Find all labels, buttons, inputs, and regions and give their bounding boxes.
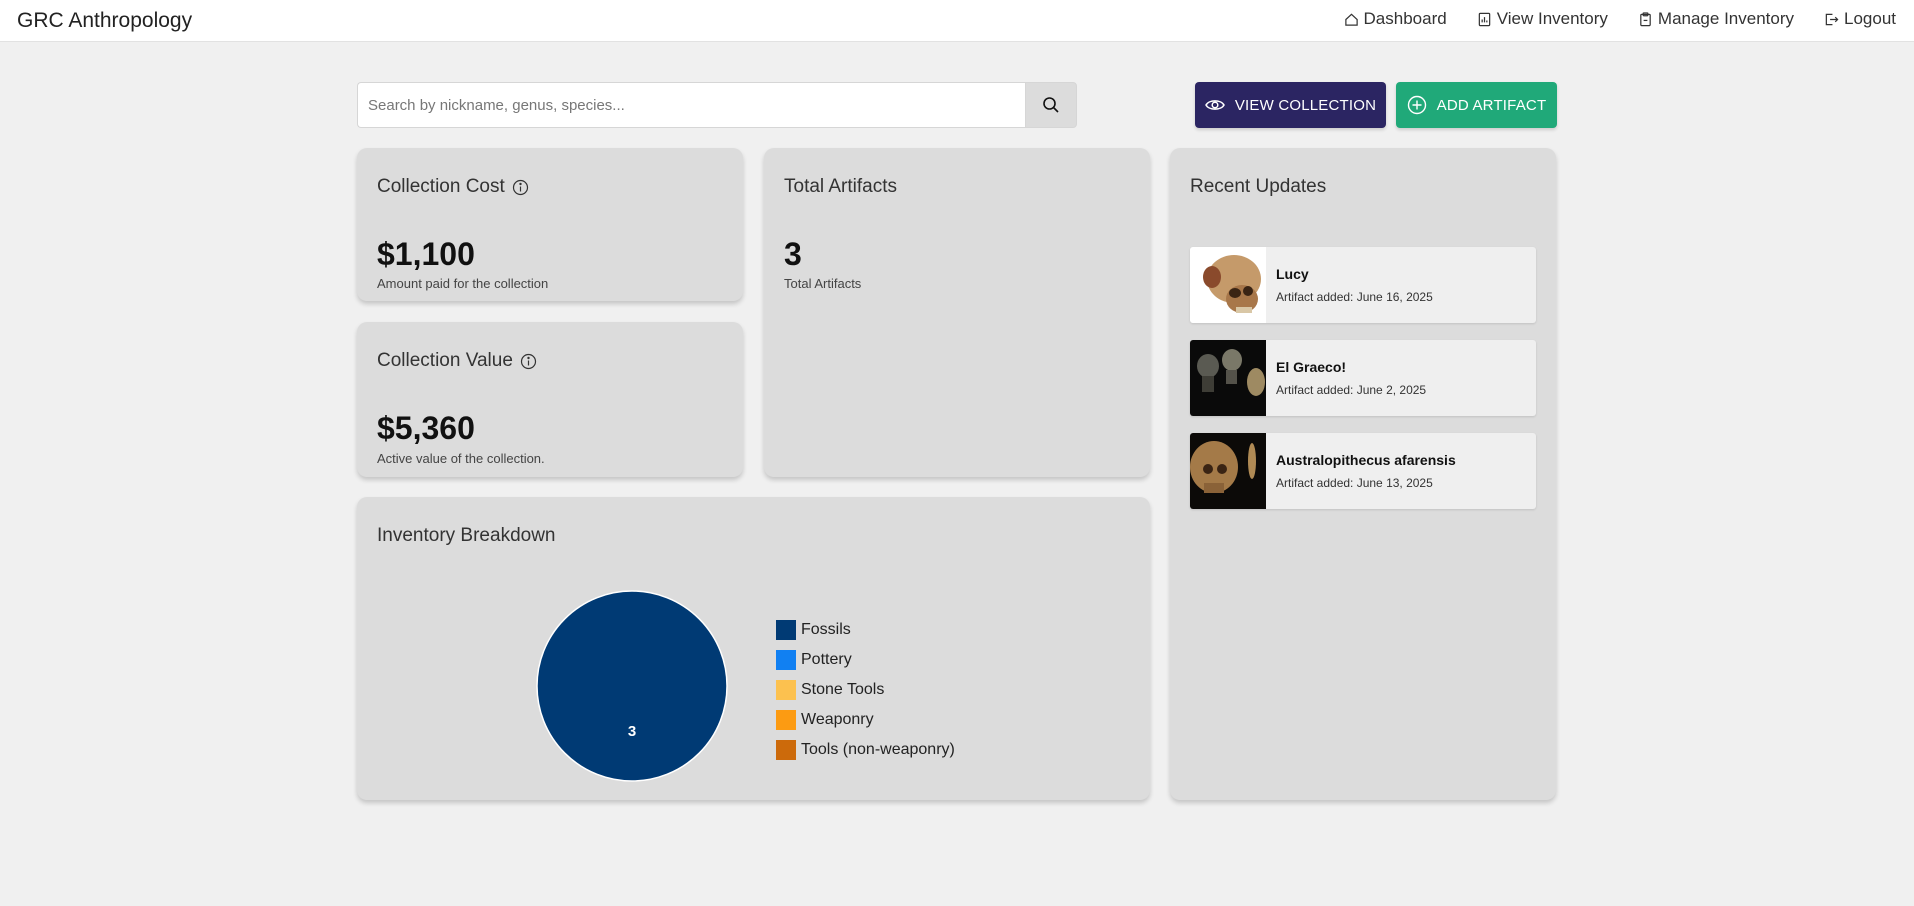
update-item-australopithecus[interactable]: Australopithecus afarensis Artifact adde… (1190, 433, 1536, 509)
legend-swatch (776, 680, 796, 700)
search-bar (357, 82, 1077, 128)
pie-slice-fossils[interactable] (536, 590, 728, 782)
chart-legend: Fossils Pottery Stone Tools Weaponry Tools (… (776, 615, 955, 765)
search-input[interactable] (357, 82, 1025, 128)
clipboard-icon (1640, 11, 1651, 26)
inventory-pie-chart: 3 (536, 590, 728, 782)
update-item-name: Australopithecus afarensis (1276, 452, 1456, 468)
collection-cost-title-text: Collection Cost (377, 176, 505, 197)
collection-value-subtitle: Active value of the collection. (377, 451, 545, 466)
info-icon[interactable] (512, 179, 529, 196)
legend-label: Weaponry (801, 711, 874, 728)
view-collection-label: VIEW COLLECTION (1234, 96, 1377, 114)
nav-logout[interactable]: Logout (1824, 9, 1896, 29)
nav-view-inventory-label: View Inventory (1496, 9, 1608, 28)
legend-label: Pottery (801, 651, 852, 668)
artifact-thumbnail-australopithecus (1190, 433, 1266, 509)
legend-item-pottery[interactable]: Pottery (776, 645, 955, 675)
chart-icon (1478, 12, 1490, 26)
legend-label: Stone Tools (801, 681, 885, 698)
search-icon (1043, 97, 1059, 113)
brand-title[interactable]: GRC Anthropology (17, 9, 192, 33)
pie-slice-label: 3 (628, 723, 636, 740)
plus-circle-icon (1407, 95, 1426, 115)
view-collection-button[interactable]: VIEW COLLECTION (1195, 82, 1386, 128)
legend-item-tools-non-weaponry-[interactable]: Tools (non-weaponry) (776, 735, 955, 765)
nav-logout-label: Logout (1844, 9, 1896, 28)
total-artifacts-card: Total Artifacts 3 Total Artifacts (764, 148, 1150, 477)
collection-cost-card: Collection Cost $1,100 Amount paid for t… (357, 148, 743, 301)
legend-label: Tools (non-weaponry) (801, 741, 955, 758)
collection-cost-value: $1,100 (377, 236, 475, 272)
collection-cost-subtitle: Amount paid for the collection (377, 276, 549, 291)
home-icon (1344, 13, 1358, 26)
add-artifact-label: ADD ARTIFACT (1436, 96, 1547, 114)
collection-value-title: Collection Value (377, 350, 537, 372)
update-item-name: El Graeco! (1276, 359, 1347, 375)
update-item-name: Lucy (1276, 266, 1309, 282)
legend-item-fossils[interactable]: Fossils (776, 615, 955, 645)
inventory-breakdown-card: Inventory Breakdown 3 Fossils Pottery Ston… (357, 497, 1150, 800)
update-item-date: Artifact added: June 13, 2025 (1276, 476, 1433, 490)
artifact-thumbnail-lucy (1190, 247, 1266, 323)
total-artifacts-value: 3 (784, 236, 802, 272)
update-item-lucy[interactable]: Lucy Artifact added: June 16, 2025 (1190, 247, 1536, 323)
legend-swatch (776, 650, 796, 670)
update-item-date: Artifact added: June 2, 2025 (1276, 383, 1427, 397)
logout-icon (1825, 13, 1839, 25)
nav-view-inventory[interactable]: View Inventory (1477, 9, 1608, 29)
info-icon[interactable] (520, 353, 537, 370)
add-artifact-button[interactable]: ADD ARTIFACT (1396, 82, 1557, 128)
top-navbar: GRC Anthropology Dashboard View Inventor… (0, 0, 1914, 42)
collection-cost-title: Collection Cost (377, 176, 529, 198)
legend-swatch (776, 740, 796, 760)
legend-label: Fossils (801, 621, 851, 638)
legend-swatch (776, 620, 796, 640)
nav-dashboard[interactable]: Dashboard (1344, 9, 1447, 29)
legend-item-weaponry[interactable]: Weaponry (776, 705, 955, 735)
search-button[interactable] (1025, 82, 1077, 128)
update-item-el-graeco[interactable]: El Graeco! Artifact added: June 2, 2025 (1190, 340, 1536, 416)
nav-dashboard-label: Dashboard (1363, 9, 1447, 28)
recent-updates-card: Recent Updates Lucy Artifact added: June… (1170, 148, 1556, 800)
total-artifacts-title: Total Artifacts (784, 176, 897, 197)
eye-icon (1204, 100, 1225, 110)
recent-updates-title: Recent Updates (1190, 176, 1327, 197)
collection-value-value: $5,360 (377, 410, 475, 446)
total-artifacts-subtitle: Total Artifacts (784, 276, 862, 291)
inventory-breakdown-title: Inventory Breakdown (377, 525, 556, 546)
legend-item-stone-tools[interactable]: Stone Tools (776, 675, 955, 705)
artifact-thumbnail-el-graeco (1190, 340, 1266, 416)
legend-swatch (776, 710, 796, 730)
collection-value-card: Collection Value $5,360 Active value of … (357, 322, 743, 477)
collection-value-title-text: Collection Value (377, 350, 513, 371)
main-nav: Dashboard View Inventory Manage Inventor… (1344, 9, 1896, 29)
update-item-date: Artifact added: June 16, 2025 (1276, 290, 1433, 304)
nav-manage-inventory[interactable]: Manage Inventory (1638, 9, 1794, 29)
nav-manage-inventory-label: Manage Inventory (1657, 9, 1794, 28)
